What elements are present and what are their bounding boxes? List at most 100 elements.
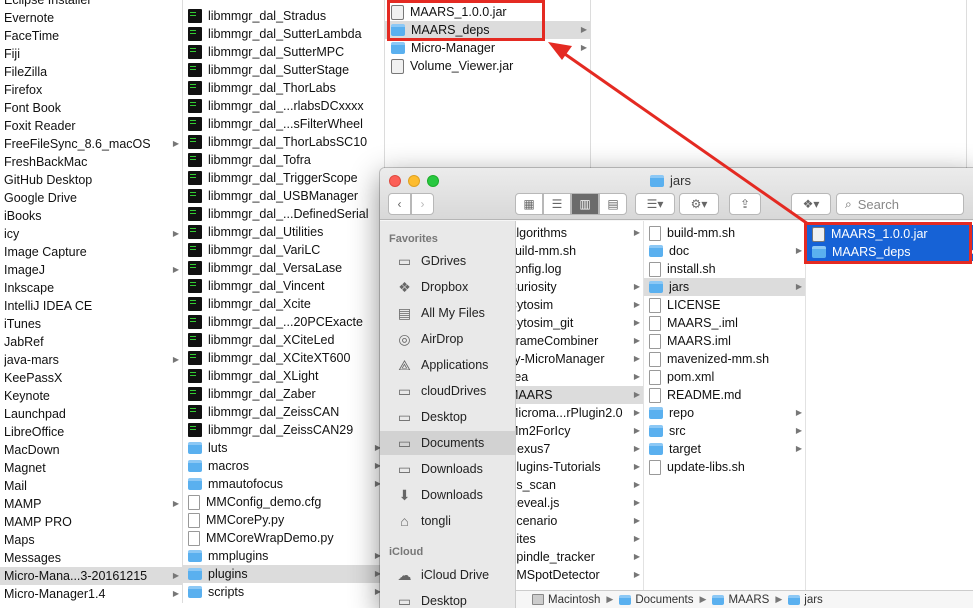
file-item[interactable]: ImageJ ▶ xyxy=(0,261,182,279)
arrange-button[interactable]: ☰▾ xyxy=(635,193,675,215)
file-item[interactable]: Font Book xyxy=(0,99,182,117)
folder-item[interactable]: Cytosim_git ▶ xyxy=(516,314,643,332)
file-item[interactable]: libmmgr_dal_VersaLase xyxy=(183,259,384,277)
file-item[interactable]: libmmgr_dal_TriggerScope xyxy=(183,169,384,187)
file-item[interactable]: LibreOffice xyxy=(0,423,182,441)
action-gear-button[interactable]: ⚙▾ xyxy=(679,193,719,215)
folder-item[interactable]: scripts ▶ xyxy=(183,583,384,601)
folder-item[interactable]: Sites ▶ xyxy=(516,530,643,548)
sidebar-item[interactable]: ▭ Desktop xyxy=(380,405,515,429)
close-window-button[interactable] xyxy=(389,175,401,187)
file-item[interactable]: Launchpad xyxy=(0,405,182,423)
folder-item[interactable]: Algorithms ▶ xyxy=(516,224,643,242)
sidebar-item[interactable]: ▭ Desktop xyxy=(380,589,515,608)
file-item[interactable]: libmmgr_dal_SutterMPC xyxy=(183,43,384,61)
file-item[interactable]: libmmgr_dal_Stradus xyxy=(183,7,384,25)
file-item[interactable]: Mail xyxy=(0,477,182,495)
file-item[interactable]: MAMP PRO xyxy=(0,513,182,531)
file-item[interactable]: Evernote xyxy=(0,9,182,27)
file-item[interactable]: libmmgr_dal_...DefinedSerial xyxy=(183,205,384,223)
file-item[interactable]: libmmgr_dal_...rlabsDCxxxx xyxy=(183,97,384,115)
file-item[interactable]: KeePassX xyxy=(0,369,182,387)
file-item[interactable]: libmmgr_dal_...sFilterWheel xyxy=(183,115,384,133)
file-item[interactable]: libmmgr_dal_Utilities xyxy=(183,223,384,241)
sidebar-item[interactable]: ▭ Downloads xyxy=(380,457,515,481)
file-item[interactable]: libmmgr_dal_VariLC xyxy=(183,241,384,259)
file-item[interactable]: Keynote xyxy=(0,387,182,405)
sidebar-item[interactable]: ⌂ tongli xyxy=(380,509,515,533)
file-item[interactable]: MacDown xyxy=(0,441,182,459)
file-item[interactable]: libmmgr_dal_SutterLambda xyxy=(183,25,384,43)
file-item[interactable]: MMConfig_demo.cfg xyxy=(183,493,384,511)
file-item[interactable]: java-mars ▶ xyxy=(0,351,182,369)
file-item[interactable]: Inkscape xyxy=(0,279,182,297)
folder-item[interactable]: Nexus7 ▶ xyxy=(516,440,643,458)
file-item[interactable]: Google Drive xyxy=(0,189,182,207)
file-item[interactable]: LICENSE xyxy=(644,296,805,314)
file-item[interactable]: README.md xyxy=(644,386,805,404)
folder-item[interactable]: doc ▶ xyxy=(644,242,805,260)
folder-item[interactable]: Ps_scan ▶ xyxy=(516,476,643,494)
path-component[interactable]: MAARS xyxy=(728,594,769,606)
file-item[interactable]: icy ▶ xyxy=(0,225,182,243)
file-item[interactable]: libmmgr_dal_SutterStage xyxy=(183,61,384,79)
file-item[interactable]: libmmgr_dal_XCiteLed xyxy=(183,331,384,349)
folder-item[interactable]: src ▶ xyxy=(644,422,805,440)
file-item[interactable]: MMCorePy.py xyxy=(183,511,384,529)
file-item[interactable]: FreeFileSync_8.6_macOS ▶ xyxy=(0,135,182,153)
file-item[interactable]: libmmgr_dal_Tofra xyxy=(183,151,384,169)
file-item[interactable]: Volume_Viewer.jar xyxy=(385,57,590,75)
file-item[interactable]: MAARS_.iml xyxy=(644,314,805,332)
folder-item[interactable]: Scenario ▶ xyxy=(516,512,643,530)
file-item[interactable]: libmmgr_dal_Xcite xyxy=(183,295,384,313)
sidebar-item[interactable]: ▤ All My Files xyxy=(380,301,515,325)
folder-item[interactable]: jars ▶ xyxy=(644,278,805,296)
folder-item[interactable]: plugins ▶ xyxy=(183,565,384,583)
folder-item[interactable]: SMSpotDetector ▶ xyxy=(516,566,643,584)
sidebar-item[interactable]: ▭ cloudDrives xyxy=(380,379,515,403)
file-item[interactable]: libmmgr_dal_...20PCExacte xyxy=(183,313,384,331)
file-item[interactable]: Foxit Reader xyxy=(0,117,182,135)
file-item[interactable]: iTunes xyxy=(0,315,182,333)
folder-item[interactable]: mmautofocus ▶ xyxy=(183,475,384,493)
file-item[interactable]: MMCoreWrapDemo.py xyxy=(183,529,384,547)
file-item[interactable]: libmmgr_dal_ZeissCAN29 xyxy=(183,421,384,439)
file-item[interactable]: FileZilla xyxy=(0,63,182,81)
folder-item[interactable]: target ▶ xyxy=(644,440,805,458)
file-item[interactable]: Micro-Mana...3-20161215 ▶ xyxy=(0,567,182,585)
sidebar-item[interactable]: ◎ AirDrop xyxy=(380,327,515,351)
file-item[interactable]: libmmgr_dal_ThorLabsSC10 xyxy=(183,133,384,151)
file-item[interactable]: libmmgr_dal_XCiteXT600 xyxy=(183,349,384,367)
folder-item[interactable]: Micro-Manager ▶ xyxy=(385,39,590,57)
file-item[interactable]: libmmgr_dal_Zaber xyxy=(183,385,384,403)
path-component[interactable]: Macintosh xyxy=(548,594,600,606)
file-item[interactable]: Messages xyxy=(0,549,182,567)
path-component[interactable]: Documents xyxy=(635,594,693,606)
folder-item[interactable]: Reveal.js ▶ xyxy=(516,494,643,512)
folder-item[interactable]: MAARS ▶ xyxy=(516,386,643,404)
sidebar-item[interactable]: ▭ Documents xyxy=(380,431,515,455)
file-item[interactable]: libmmgr_dal_ThorLabs xyxy=(183,79,384,97)
file-item[interactable]: libmmgr_dal_XLight xyxy=(183,367,384,385)
file-item[interactable]: MAARS.iml xyxy=(644,332,805,350)
folder-item[interactable]: luts ▶ xyxy=(183,439,384,457)
dropbox-toolbar-button[interactable]: ❖▾ xyxy=(791,193,831,215)
cover-flow-button[interactable]: ▤ xyxy=(599,193,627,215)
file-item[interactable]: libmmgr_dal_ZeissCAN xyxy=(183,403,384,421)
file-item[interactable]: build-mm.sh xyxy=(644,224,805,242)
file-item[interactable]: FaceTime xyxy=(0,27,182,45)
folder-item[interactable]: macros ▶ xyxy=(183,457,384,475)
folder-item[interactable]: Spindle_tracker ▶ xyxy=(516,548,643,566)
sidebar-item[interactable]: ▭ GDrives xyxy=(380,249,515,273)
file-item[interactable]: Image Capture xyxy=(0,243,182,261)
file-item[interactable]: Magnet xyxy=(0,459,182,477)
search-field[interactable]: ⌕ Search xyxy=(836,193,964,215)
sidebar-item[interactable]: ❖ Dropbox xyxy=(380,275,515,299)
file-item[interactable]: FreshBackMac xyxy=(0,153,182,171)
folder-item[interactable]: Jy-MicroManager ▶ xyxy=(516,350,643,368)
file-item[interactable]: libmmgr_dal_USBManager xyxy=(183,187,384,205)
path-component[interactable]: jars xyxy=(804,594,823,606)
sidebar-item[interactable]: ⬇ Downloads xyxy=(380,483,515,507)
file-item[interactable]: update-libs.sh xyxy=(644,458,805,476)
file-item[interactable]: libmmgr_dal_Vincent xyxy=(183,277,384,295)
